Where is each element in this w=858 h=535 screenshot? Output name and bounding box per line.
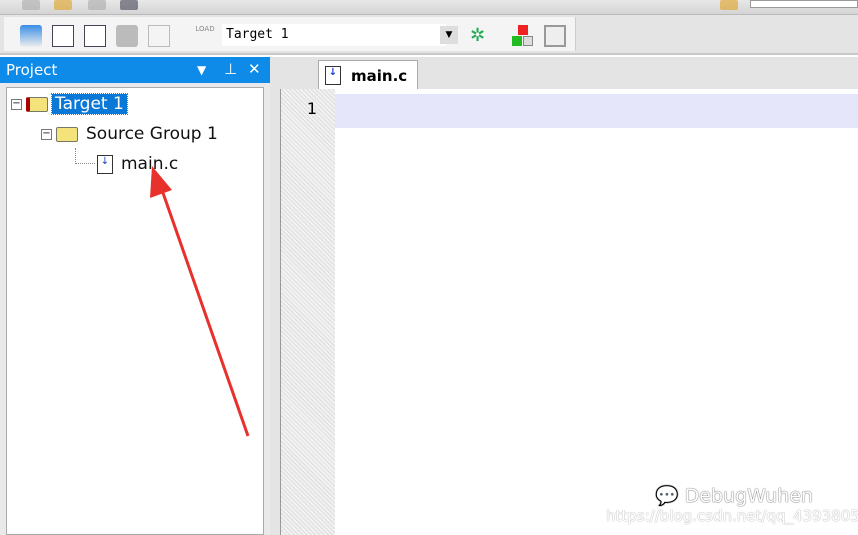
watermark: 💬 DebugWuhen: [655, 484, 814, 508]
wechat-icon: 💬: [655, 485, 679, 507]
watermark-url: https://blog.csdn.net/qq_43938052: [606, 507, 858, 525]
annotation-arrow: [150, 166, 250, 437]
